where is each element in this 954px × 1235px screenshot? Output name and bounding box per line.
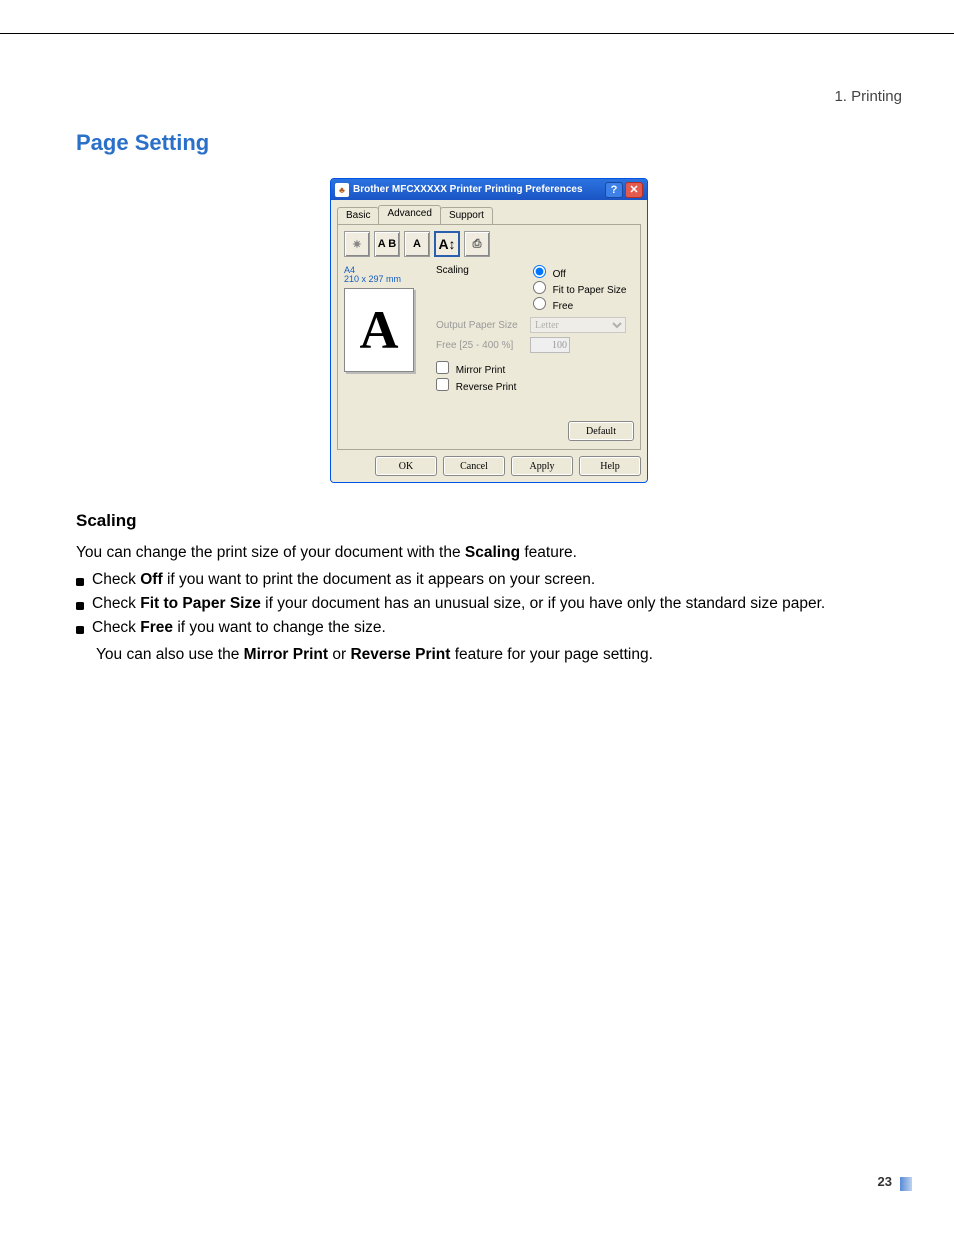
t: if your document has an unusual size, or…: [265, 595, 825, 612]
advanced-inner: A4 210 x 297 mm A Scaling: [344, 265, 634, 441]
radio-free-input[interactable]: [533, 297, 546, 310]
page-title: Page Setting: [76, 130, 902, 156]
tab-support[interactable]: Support: [440, 207, 493, 225]
bullet-free: Check Free if you want to change the siz…: [76, 619, 902, 637]
bullet-off-text: Check Off if you want to print the docum…: [92, 571, 902, 589]
t: Scaling: [465, 544, 520, 561]
toolbar-watermark-icon[interactable]: A: [404, 231, 430, 257]
advanced-toolbar: ✷ A B A A↕ ⎙: [344, 231, 634, 257]
advanced-tab-pane: ✷ A B A A↕ ⎙ A4 210 x 297 mm A: [337, 224, 641, 450]
page: 1. Printing Page Setting ♣ Brother MFCXX…: [0, 0, 954, 1235]
close-button[interactable]: ✕: [625, 182, 643, 198]
chk-mirror[interactable]: Mirror Print: [436, 361, 634, 376]
t: You can change the print size of your do…: [76, 544, 465, 561]
bullet-icon: [76, 578, 84, 586]
apply-button[interactable]: Apply: [511, 456, 573, 476]
scaling-note: You can also use the Mirror Print or Rev…: [96, 643, 902, 667]
dialog-buttons: OK Cancel Apply Help: [337, 456, 641, 476]
bullet-fit: Check Fit to Paper Size if your document…: [76, 595, 902, 613]
dialog-titlebar: ♣ Brother MFCXXXXX Printer Printing Pref…: [331, 179, 647, 200]
t: Check: [92, 595, 140, 612]
toolbar-quality-icon[interactable]: ✷: [344, 231, 370, 257]
preview-sample-glyph: A: [360, 303, 399, 357]
t: Off: [140, 571, 162, 588]
tab-basic[interactable]: Basic: [337, 207, 379, 225]
t: Reverse Print: [350, 646, 450, 663]
bullet-free-text: Check Free if you want to change the siz…: [92, 619, 902, 637]
toolbar-page-setting-icon[interactable]: A↕: [434, 231, 460, 257]
output-paper-row: Output Paper Size Letter: [436, 317, 634, 333]
page-number: 23: [878, 1174, 892, 1189]
settings-column: Scaling Off Fit to Paper Siz: [426, 265, 634, 441]
dialog-body: Basic Advanced Support ✷ A B A A↕ ⎙: [331, 200, 647, 482]
free-pct-row: Free [25 - 400 %]: [436, 337, 634, 353]
free-pct-field: [530, 337, 570, 353]
page-edge-mark: [900, 1177, 912, 1191]
output-paper-label: Output Paper Size: [436, 320, 530, 331]
t: if you want to change the size.: [177, 619, 386, 636]
page-rule: [0, 0, 954, 34]
app-icon-glyph: ♣: [339, 185, 345, 195]
scaling-label: Scaling: [436, 265, 530, 276]
t: Free: [140, 619, 173, 636]
radio-fit-label: Fit to Paper Size: [553, 285, 627, 296]
toolbar-device-options-icon[interactable]: ⎙: [464, 231, 490, 257]
bullet-off: Check Off if you want to print the docum…: [76, 571, 902, 589]
radio-free[interactable]: Free: [533, 297, 627, 312]
radio-off[interactable]: Off: [533, 265, 627, 280]
preview-sheet: A: [344, 288, 414, 372]
t: or: [332, 646, 350, 663]
radio-fit[interactable]: Fit to Paper Size: [533, 281, 627, 296]
print-prefs-dialog: ♣ Brother MFCXXXXX Printer Printing Pref…: [330, 178, 648, 483]
output-paper-select: Letter: [530, 317, 626, 333]
tab-strip: Basic Advanced Support: [337, 204, 641, 224]
section-scaling-heading: Scaling: [76, 511, 902, 531]
t: Fit to Paper Size: [140, 595, 261, 612]
scaling-intro: You can change the print size of your do…: [76, 541, 902, 565]
breadcrumb: 1. Printing: [834, 88, 902, 105]
cancel-button[interactable]: Cancel: [443, 456, 505, 476]
dialog-title: Brother MFCXXXXX Printer Printing Prefer…: [353, 184, 603, 195]
t: Check: [92, 571, 140, 588]
dlg-help-button[interactable]: Help: [579, 456, 641, 476]
t: feature.: [524, 544, 577, 561]
radio-free-label: Free: [553, 301, 574, 312]
radio-fit-input[interactable]: [533, 281, 546, 294]
radio-off-input[interactable]: [533, 265, 546, 278]
t: Mirror Print: [244, 646, 328, 663]
free-pct-label: Free [25 - 400 %]: [436, 340, 530, 351]
bullet-icon: [76, 626, 84, 634]
help-button[interactable]: ?: [605, 182, 623, 198]
dialog-figure: ♣ Brother MFCXXXXX Printer Printing Pref…: [76, 178, 902, 483]
app-icon: ♣: [335, 183, 349, 197]
chk-mirror-label: Mirror Print: [456, 365, 505, 376]
tab-advanced[interactable]: Advanced: [378, 205, 440, 224]
radio-off-label: Off: [553, 269, 566, 280]
t: You can also use the: [96, 646, 244, 663]
chk-mirror-input[interactable]: [436, 361, 449, 374]
page-preview-panel: A4 210 x 297 mm A: [344, 265, 426, 441]
scaling-radios: Off Fit to Paper Size Free: [533, 265, 627, 313]
extra-checks: Mirror Print Reverse Print: [436, 361, 634, 393]
content-area: Page Setting ♣ Brother MFCXXXXX Printer …: [76, 130, 902, 671]
t: feature for your page setting.: [455, 646, 653, 663]
t: if you want to print the document as it …: [167, 571, 595, 588]
toolbar-multipage-icon[interactable]: A B: [374, 231, 400, 257]
ok-button[interactable]: OK: [375, 456, 437, 476]
bullet-icon: [76, 602, 84, 610]
preview-paper-dims: 210 x 297 mm: [344, 274, 426, 284]
chk-reverse[interactable]: Reverse Print: [436, 378, 634, 393]
default-button[interactable]: Default: [568, 421, 634, 441]
bullet-fit-text: Check Fit to Paper Size if your document…: [92, 595, 902, 613]
chk-reverse-label: Reverse Print: [456, 382, 517, 393]
default-row: Default: [436, 421, 634, 441]
chk-reverse-input[interactable]: [436, 378, 449, 391]
t: Check: [92, 619, 140, 636]
scaling-section: Scaling Off Fit to Paper Siz: [436, 265, 634, 313]
